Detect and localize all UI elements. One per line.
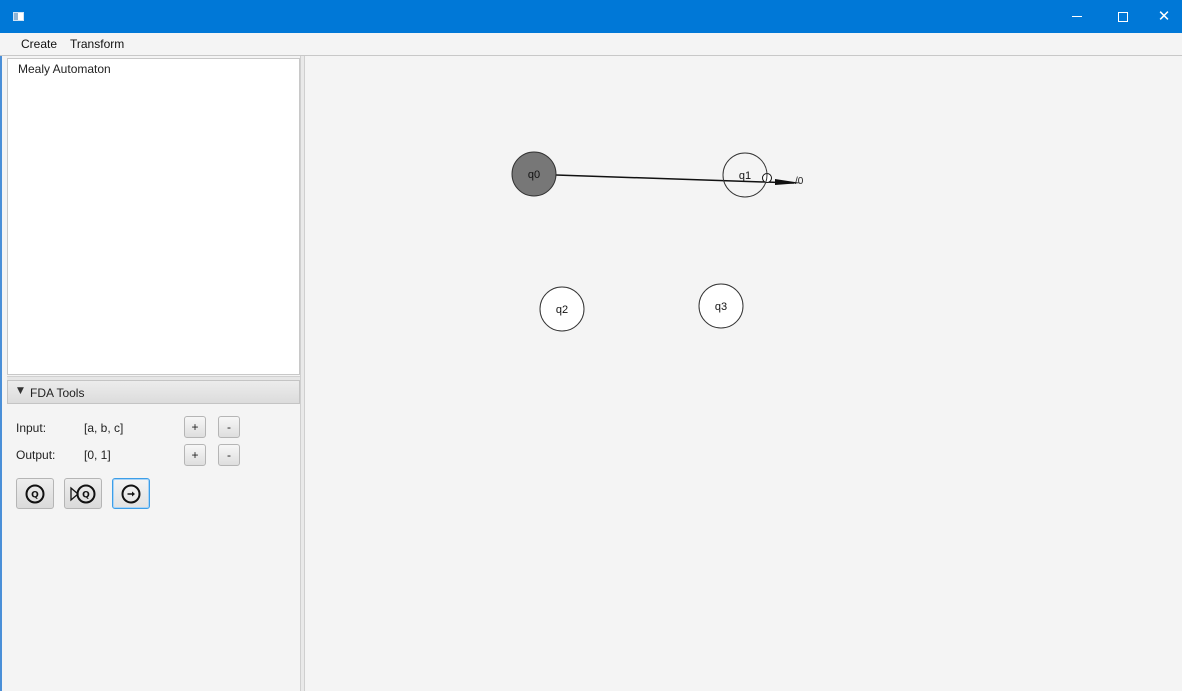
transition-label: /0	[795, 176, 804, 187]
add-initial-state-button[interactable]: Q	[64, 478, 102, 509]
remove-output-button[interactable]: -	[218, 444, 240, 466]
add-output-button[interactable]: +	[184, 444, 206, 466]
minus-icon: -	[227, 420, 231, 434]
state-label: q3	[715, 301, 727, 313]
fda-tools-title: FDA Tools	[30, 386, 85, 400]
close-icon: ✕	[1157, 7, 1171, 25]
automaton-graph[interactable]: /0 q0 q1 q2 q3	[305, 56, 1182, 691]
state-q3[interactable]: q3	[698, 283, 744, 329]
automaton-tree[interactable]	[7, 58, 300, 375]
window-left-border	[0, 56, 2, 691]
state-label: q1	[739, 170, 751, 182]
add-transition-icon	[121, 484, 141, 503]
svg-text:Q: Q	[31, 490, 39, 500]
remove-input-button[interactable]: -	[218, 416, 240, 438]
menu-bar: Create Transform	[0, 33, 1182, 56]
add-input-button[interactable]: +	[184, 416, 206, 438]
automaton-canvas[interactable]: /0 q0 q1 q2 q3	[305, 56, 1182, 691]
collapse-arrow-icon: ▼	[17, 386, 24, 396]
plus-icon: +	[191, 448, 199, 462]
minimize-button[interactable]	[1054, 0, 1100, 33]
close-button[interactable]: ✕	[1146, 0, 1182, 33]
add-transition-button[interactable]	[112, 478, 150, 509]
state-q0[interactable]: q0	[511, 151, 557, 197]
add-state-button[interactable]: Q	[16, 478, 54, 509]
title-bar: ✕	[0, 0, 1182, 33]
fda-tools-header[interactable]: ▼ FDA Tools	[7, 380, 300, 404]
minus-icon: -	[227, 448, 231, 462]
input-label: Input:	[16, 421, 47, 435]
menu-create[interactable]: Create	[21, 37, 57, 51]
app-icon	[13, 12, 24, 21]
state-label: q0	[528, 169, 540, 181]
add-state-icon: Q	[25, 484, 45, 503]
add-initial-state-icon: Q	[70, 484, 96, 503]
svg-text:Q: Q	[82, 490, 90, 500]
minimize-icon	[1072, 16, 1082, 17]
state-label: q2	[556, 304, 568, 316]
menu-transform[interactable]: Transform	[70, 37, 124, 51]
tree-item-mealy-automaton[interactable]: Mealy Automaton	[18, 62, 111, 76]
output-label: Output:	[16, 448, 56, 462]
output-alphabet-value: [0, 1]	[84, 448, 111, 462]
state-q1[interactable]: q1	[722, 152, 768, 198]
plus-icon: +	[191, 420, 199, 434]
state-q2[interactable]: q2	[539, 286, 585, 332]
input-alphabet-value: [a, b, c]	[84, 421, 124, 435]
maximize-button[interactable]	[1100, 0, 1146, 33]
maximize-icon	[1118, 11, 1128, 22]
